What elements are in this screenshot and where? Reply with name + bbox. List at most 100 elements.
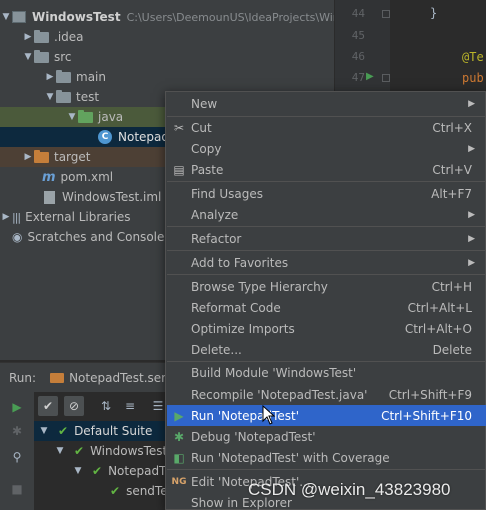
menu-label: Debug 'NotepadTest' bbox=[191, 429, 316, 444]
tree-item-label: src bbox=[54, 50, 72, 64]
menu-shortcut: Alt+F7 bbox=[431, 186, 472, 201]
tree-item-label: Scratches and Consoles bbox=[27, 230, 171, 244]
run-gutter-icon[interactable]: ▶ bbox=[366, 71, 374, 82]
menu-item-run[interactable]: ▶ Run 'NotepadTest' Ctrl+Shift+F10 bbox=[167, 405, 486, 426]
chevron-down-icon[interactable]: ▼ bbox=[44, 92, 56, 102]
code-line: } bbox=[430, 6, 438, 20]
menu-label: Reformat Code bbox=[191, 300, 281, 315]
fold-icon[interactable] bbox=[382, 10, 390, 18]
menu-label: Analyze bbox=[191, 207, 239, 222]
menu-item-new[interactable]: New ▶ bbox=[167, 93, 486, 114]
passed-icon: ✔ bbox=[58, 424, 69, 438]
run-tree-row[interactable]: ▼ ✔ WindowsTest bbox=[54, 441, 168, 461]
watermark: CSDN @weixin_43823980 bbox=[248, 480, 451, 499]
dump-threads-icon[interactable]: ⚲ bbox=[7, 447, 27, 467]
menu-separator bbox=[167, 469, 486, 470]
menu-label: Optimize Imports bbox=[191, 321, 295, 336]
menu-item-analyze[interactable]: Analyze ▶ bbox=[167, 204, 486, 225]
show-passed-icon[interactable]: ✔ bbox=[38, 396, 58, 416]
excluded-folder-icon bbox=[34, 149, 49, 163]
menu-item-recompile[interactable]: Recompile 'NotepadTest.java' Ctrl+Shift+… bbox=[167, 384, 486, 405]
run-tab[interactable]: NotepadTest.send bbox=[69, 371, 176, 385]
menu-label: Copy bbox=[191, 141, 222, 156]
mouse-cursor-icon bbox=[262, 405, 276, 425]
menu-item-debug[interactable]: ✱ Debug 'NotepadTest' bbox=[167, 426, 486, 447]
code-line: pub bbox=[462, 71, 484, 85]
run-tree-label: sendTe bbox=[126, 484, 168, 498]
testng-icon: NG bbox=[171, 476, 187, 487]
run-tree-label: NotepadTe bbox=[108, 464, 172, 478]
menu-item-cut[interactable]: ✂ Cut Ctrl+X bbox=[167, 117, 486, 138]
submenu-arrow-icon: ▶ bbox=[468, 209, 475, 220]
menu-item-delete[interactable]: Delete... Delete bbox=[167, 339, 486, 360]
passed-icon: ✔ bbox=[92, 464, 103, 478]
fold-icon[interactable] bbox=[382, 74, 390, 82]
menu-item-add-to-favorites[interactable]: Add to Favorites ▶ bbox=[167, 252, 486, 273]
menu-item-paste[interactable]: ▤ Paste Ctrl+V bbox=[167, 159, 486, 180]
folder-icon bbox=[34, 49, 49, 63]
menu-item-copy[interactable]: Copy ▶ bbox=[167, 138, 486, 159]
chevron-down-icon[interactable]: ▼ bbox=[54, 446, 66, 456]
tree-item-src[interactable]: ▼ src bbox=[0, 47, 334, 67]
tree-item-idea[interactable]: ▶ .idea bbox=[0, 27, 334, 47]
menu-item-refactor[interactable]: Refactor ▶ bbox=[167, 228, 486, 249]
menu-shortcut: Ctrl+Alt+L bbox=[407, 300, 472, 315]
menu-separator bbox=[167, 274, 486, 275]
tree-item-main[interactable]: ▶ main bbox=[0, 67, 334, 87]
menu-item-run-with-coverage[interactable]: ◧ Run 'NotepadTest' with Coverage bbox=[167, 447, 486, 468]
sort-alpha-icon[interactable]: ⇅ bbox=[96, 396, 116, 416]
menu-item-reformat-code[interactable]: Reformat Code Ctrl+Alt+L bbox=[167, 297, 486, 318]
run-label: Run: bbox=[9, 370, 37, 385]
show-ignored-icon[interactable]: ⊘ bbox=[64, 396, 84, 416]
submenu-arrow-icon: ▶ bbox=[468, 233, 475, 244]
menu-item-find-usages[interactable]: Find Usages Alt+F7 bbox=[167, 183, 486, 204]
menu-separator bbox=[167, 181, 486, 182]
chevron-down-icon[interactable]: ▼ bbox=[38, 426, 50, 436]
chevron-right-icon[interactable]: ▶ bbox=[0, 212, 12, 222]
chevron-down-icon[interactable]: ▼ bbox=[66, 112, 78, 122]
run-tree-row[interactable]: ▼ ✔ NotepadTe bbox=[72, 461, 172, 481]
menu-label: Find Usages bbox=[191, 186, 264, 201]
line-number: 45 bbox=[351, 29, 365, 42]
menu-item-optimize-imports[interactable]: Optimize Imports Ctrl+Alt+O bbox=[167, 318, 486, 339]
tree-item-project[interactable]: ▼ WindowsTest C:\Users\DeemounUS\IdeaPro… bbox=[0, 7, 334, 27]
chevron-right-icon[interactable]: ▶ bbox=[44, 72, 56, 82]
coverage-icon: ◧ bbox=[173, 450, 185, 465]
menu-label: Run 'NotepadTest' with Coverage bbox=[191, 450, 390, 465]
menu-label: Cut bbox=[191, 120, 212, 135]
folder-icon bbox=[56, 89, 71, 103]
class-icon: C bbox=[98, 130, 112, 144]
chevron-down-icon[interactable]: ▼ bbox=[0, 12, 12, 22]
menu-label: Browse Type Hierarchy bbox=[191, 279, 328, 294]
menu-shortcut: Delete bbox=[432, 342, 472, 357]
chevron-down-icon[interactable]: ▼ bbox=[22, 52, 34, 62]
menu-shortcut: Ctrl+V bbox=[432, 162, 472, 177]
clipboard-icon: ▤ bbox=[173, 162, 185, 177]
menu-separator bbox=[167, 250, 486, 251]
project-name: WindowsTest bbox=[32, 10, 121, 24]
file-icon bbox=[44, 190, 55, 204]
menu-label: Delete... bbox=[191, 342, 242, 357]
menu-item-browse-type-hierarchy[interactable]: Browse Type Hierarchy Ctrl+H bbox=[167, 276, 486, 297]
sort-duration-icon[interactable]: ≡ bbox=[120, 396, 140, 416]
menu-shortcut: Ctrl+H bbox=[431, 279, 472, 294]
tree-item-label: java bbox=[98, 110, 124, 124]
test-source-folder-icon bbox=[78, 109, 93, 123]
debug-icon[interactable]: ✱ bbox=[7, 421, 27, 441]
code-line: @Te bbox=[462, 50, 484, 64]
passed-icon: ✔ bbox=[110, 484, 121, 498]
chevron-right-icon[interactable]: ▶ bbox=[22, 32, 34, 42]
stop-icon[interactable]: ■ bbox=[7, 479, 27, 499]
menu-label: Recompile 'NotepadTest.java' bbox=[191, 387, 368, 402]
submenu-arrow-icon: ▶ bbox=[468, 98, 475, 109]
project-path: C:\Users\DeemounUS\IdeaProjects\Wind bbox=[126, 10, 334, 24]
submenu-arrow-icon: ▶ bbox=[468, 257, 475, 268]
chevron-down-icon[interactable]: ▼ bbox=[72, 466, 84, 476]
menu-label: Add to Favorites bbox=[191, 255, 289, 270]
run-tree-row[interactable]: ✔ sendTe bbox=[110, 481, 168, 501]
chevron-right-icon[interactable]: ▶ bbox=[22, 152, 34, 162]
line-number: 44 bbox=[351, 7, 365, 20]
tree-item-label: External Libraries bbox=[25, 210, 131, 224]
rerun-icon[interactable]: ▶ bbox=[7, 397, 27, 417]
menu-item-build-module[interactable]: Build Module 'WindowsTest' bbox=[167, 362, 486, 383]
